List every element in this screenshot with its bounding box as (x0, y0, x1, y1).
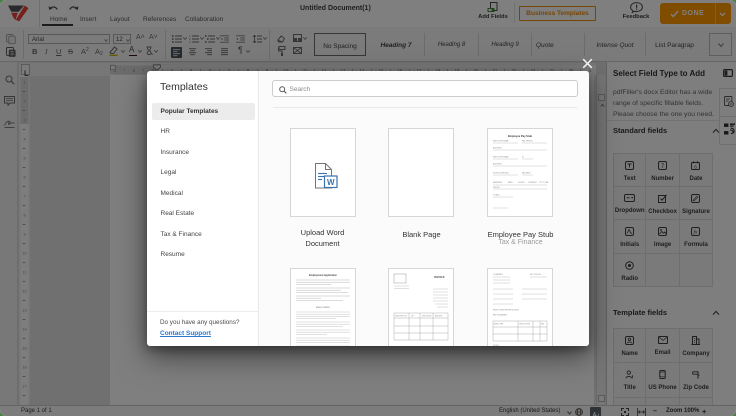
svg-text:EMPLOYEE: EMPLOYEE (494, 323, 504, 325)
svg-text:EMPLOYMENT: EMPLOYMENT (315, 307, 330, 309)
svg-text:QTY: QTY (411, 315, 415, 317)
svg-text:NO 123-456: NO 123-456 (530, 274, 542, 276)
svg-text:TOTALS: TOTALS (493, 193, 501, 196)
svg-text:NET: NET (541, 323, 544, 325)
svg-text:UNIT PRICE: UNIT PRICE (422, 315, 432, 317)
svg-text:YTD TOTAL: YTD TOTAL (539, 181, 549, 184)
svg-text:EMPLOYEE NAME: EMPLOYEE NAME (493, 155, 509, 158)
svg-text:W: W (327, 178, 335, 187)
svg-text:EMPLOYEE WITHHOLDING: EMPLOYEE WITHHOLDING (493, 309, 519, 311)
svg-text:COMPANY: COMPANY (493, 273, 504, 276)
svg-text:CURRENT: CURRENT (528, 182, 538, 184)
svg-text:Employee Pay Stub: Employee Pay Stub (508, 134, 532, 138)
svg-text:RATE: RATE (508, 181, 513, 184)
svg-text:EARNINGS: EARNINGS (493, 181, 503, 184)
svg-text:ID: ID (522, 156, 524, 158)
svg-text:DESCRIPTION: DESCRIPTION (395, 315, 407, 317)
svg-text:PAY RATE: PAY RATE (522, 171, 531, 174)
svg-text:EMPLOYEE NAME: EMPLOYEE NAME (493, 139, 509, 142)
svg-text:DEDUCTIONS: DEDUCTIONS (519, 323, 531, 325)
svg-text:ADDRESS: ADDRESS (493, 162, 502, 165)
svg-text:GROSS: GROSS (493, 186, 500, 188)
svg-text:Employment Application: Employment Application (309, 274, 337, 277)
svg-text:PAY SUMMARY: PAY SUMMARY (493, 313, 508, 316)
svg-text:WORK SCHEDULE: WORK SCHEDULE (493, 172, 510, 174)
svg-text:PAY PERIOD: PAY PERIOD (522, 139, 533, 142)
svg-text:ADDRESS: ADDRESS (493, 146, 502, 149)
svg-text:NOTES: NOTES (493, 345, 500, 347)
svg-text:INVOICE: INVOICE (434, 275, 445, 279)
svg-text:HOURS: HOURS (518, 182, 525, 184)
svg-text:AMOUNT: AMOUNT (435, 314, 442, 317)
